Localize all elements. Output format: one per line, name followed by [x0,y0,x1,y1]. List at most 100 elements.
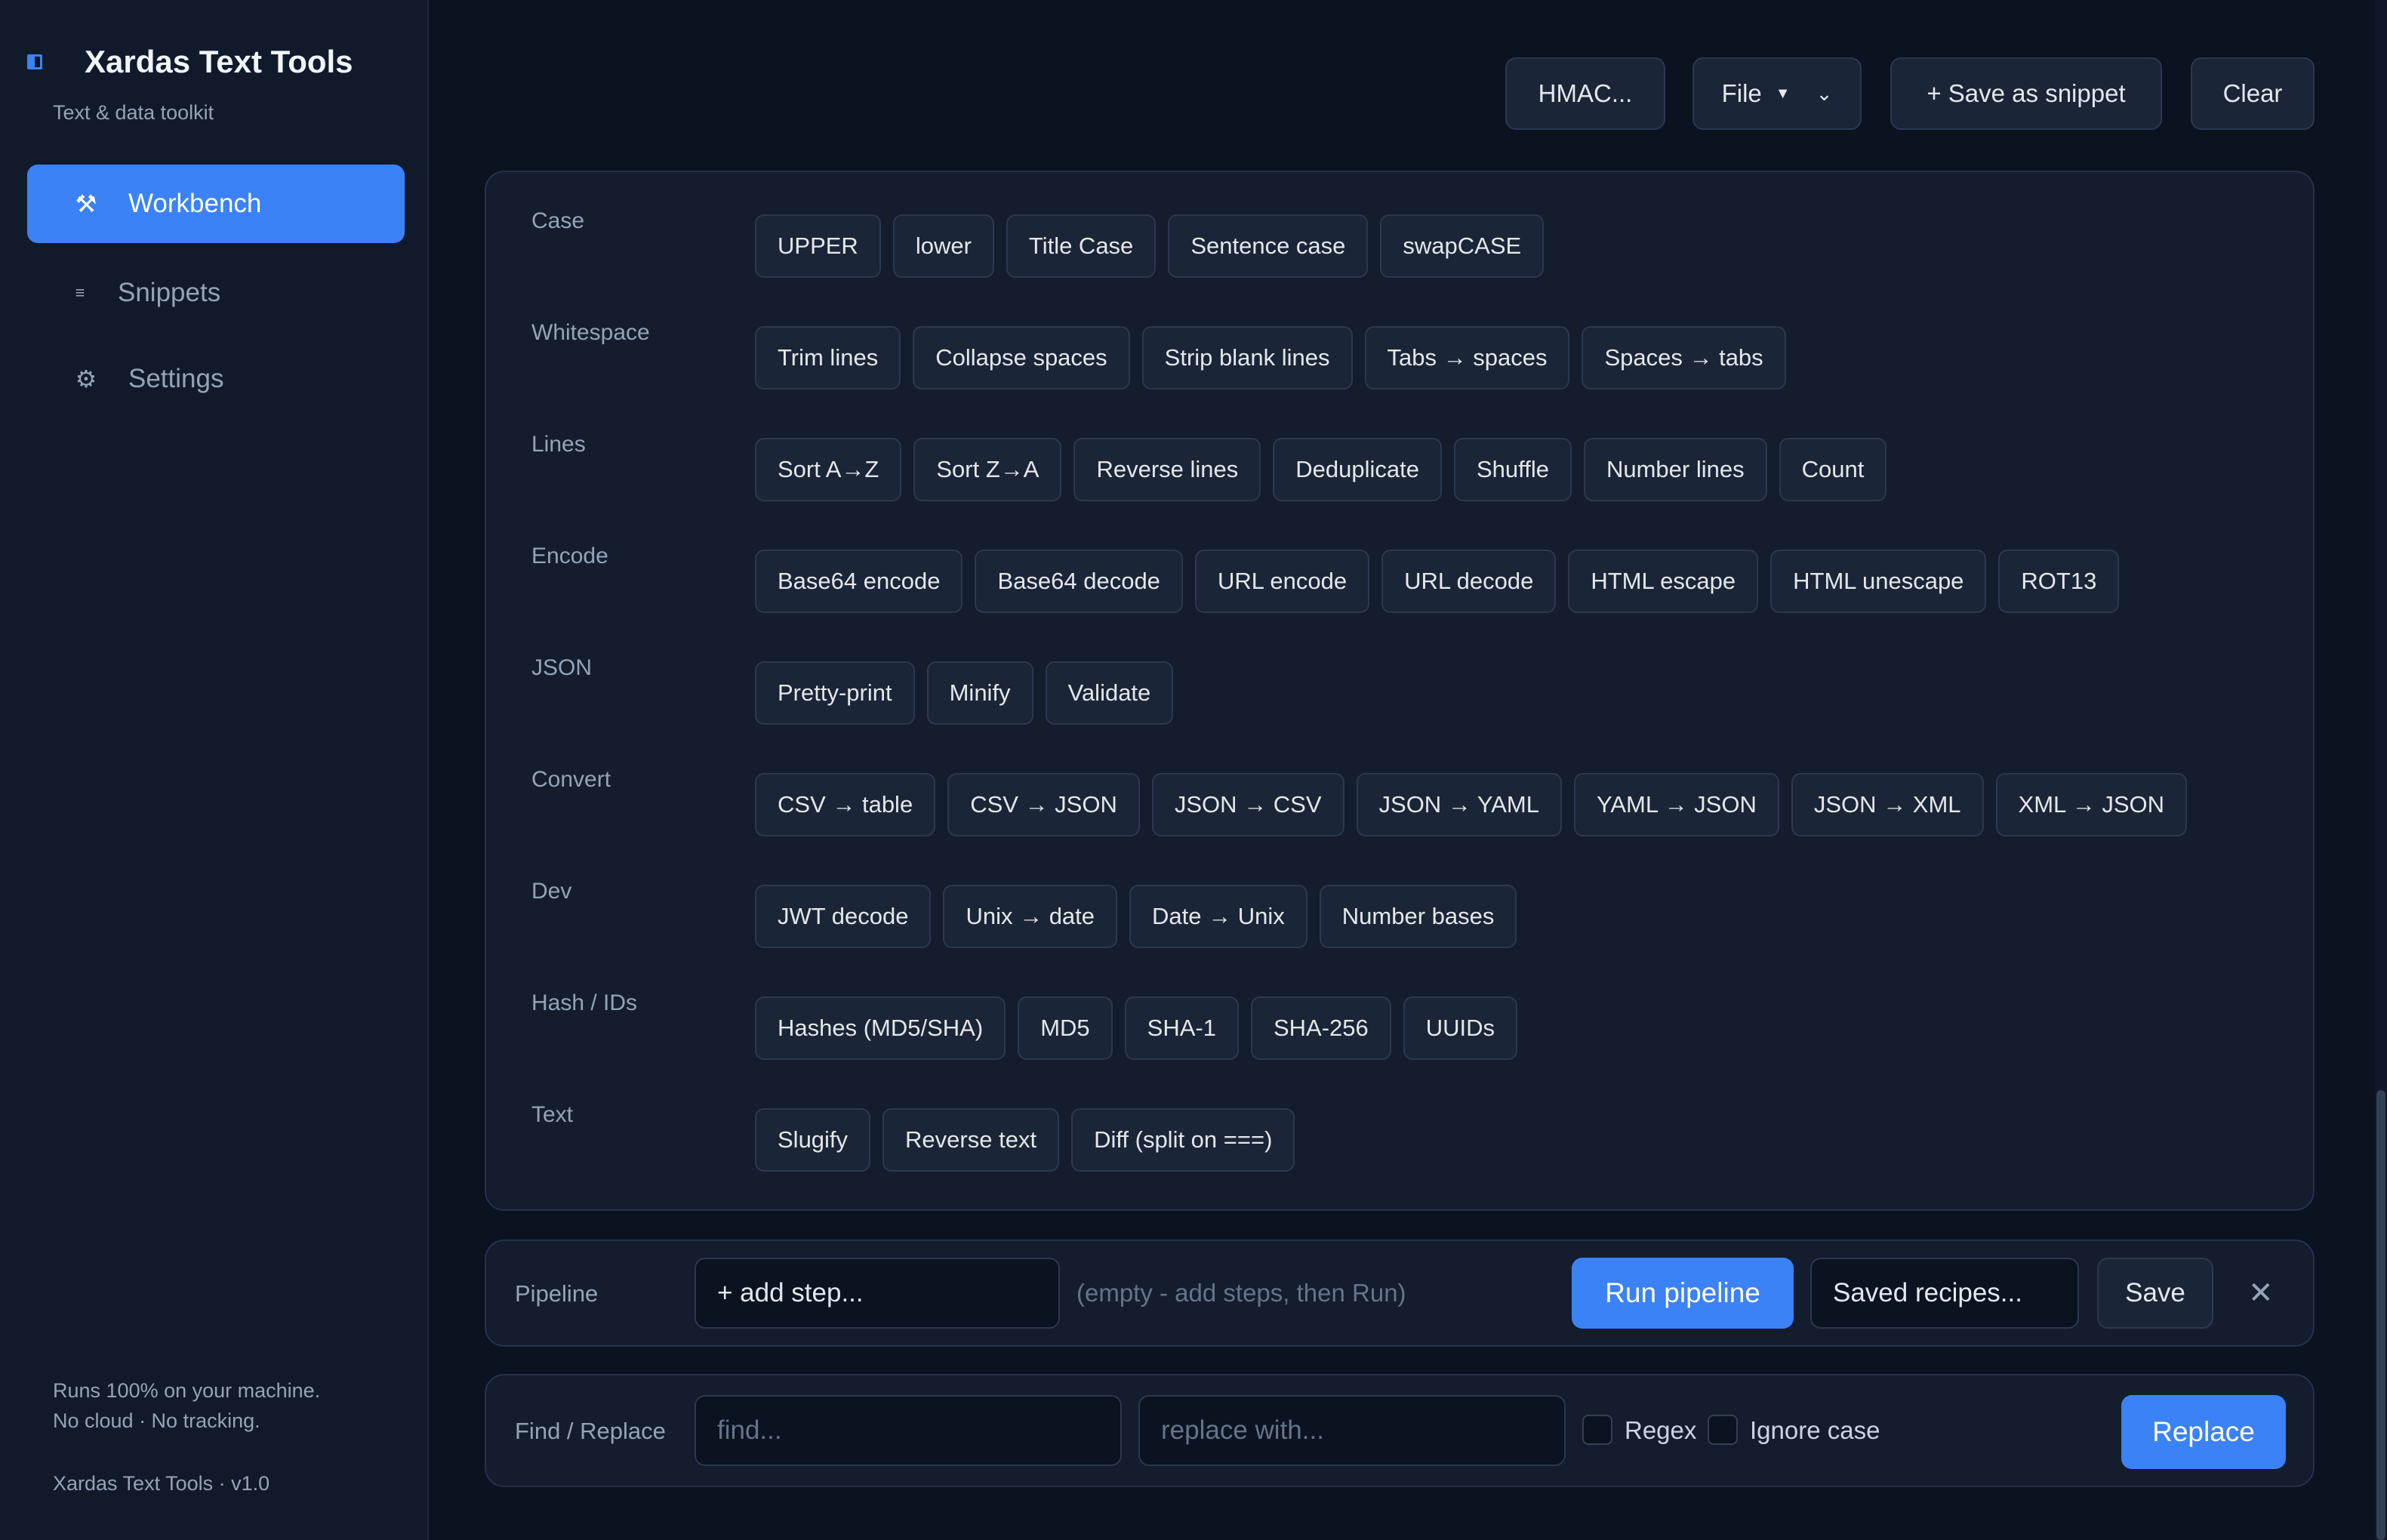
tool-button[interactable]: Trim lines [755,326,901,390]
add-step-text: + add step... [717,1278,864,1307]
tool-button[interactable]: JSON → XML [1791,773,1984,836]
tool-button[interactable]: JSON → YAML [1356,773,1562,836]
ignore-case-label: Ignore case [1750,1416,1880,1444]
tool-button[interactable]: Base64 decode [975,550,1183,613]
tool-button[interactable]: UUIDs [1403,996,1518,1060]
tool-button[interactable]: Count [1779,438,1887,501]
sidebar-item-label: Snippets [118,278,221,307]
tool-button[interactable]: Unix → date [943,885,1118,948]
tool-button[interactable]: HTML unescape [1770,550,1987,613]
sidebar-item-snippets[interactable]: ≡ Snippets [27,254,405,332]
tool-button[interactable]: Validate [1045,661,1174,725]
tool-button[interactable]: ROT13 [1998,550,2120,613]
tool-button[interactable]: Collapse spaces [913,326,1130,390]
saved-recipes-select[interactable]: Saved recipes... [1810,1258,2079,1329]
tool-button[interactable]: Hashes (MD5/SHA) [755,996,1006,1060]
tool-chips: JWT decode Unix → date Date → Unix Number b… [755,885,1517,948]
find-input[interactable]: find... [695,1395,1122,1466]
tool-chips: Base64 encode Base64 decode URL encode URL … [755,550,2120,613]
tool-chips: Sort A→Z Sort Z→A Reverse lines Deduplicate… [755,438,1887,501]
scrollbar-thumb[interactable] [2376,1090,2385,1540]
regex-checkbox[interactable] [1582,1415,1612,1445]
tool-button[interactable]: Number bases [1319,885,1517,948]
ignore-case-checkbox[interactable] [1708,1415,1738,1445]
tools-panel: Case UPPER lower Title Case Sentence case swa… [485,171,2315,1211]
tool-group-label: Case [531,208,585,233]
caret-down-icon: ▼ [1775,85,1791,102]
replace-button[interactable]: Replace [2121,1395,2286,1469]
scrollbar[interactable] [2375,0,2387,1540]
find-placeholder: find... [717,1415,782,1445]
tool-button[interactable]: Reverse text [882,1108,1060,1172]
tool-button[interactable]: URL decode [1381,550,1557,613]
tool-button[interactable]: Base64 encode [755,550,963,613]
hmac-button-label: HMAC... [1538,79,1633,107]
tool-button[interactable]: URL encode [1194,550,1370,613]
sidebar: Xardas Text Tools Text & data toolkit ⚒ … [0,0,429,1540]
run-pipeline-label: Run pipeline [1605,1277,1760,1308]
tool-button[interactable]: JSON → CSV [1151,773,1344,836]
save-as-snippet-label: + Save as snippet [1927,79,2126,107]
tool-button[interactable]: JWT decode [755,885,932,948]
clear-button[interactable]: Clear [2191,57,2315,130]
tool-button[interactable]: Sentence case [1168,214,1369,278]
tool-button[interactable]: Spaces → tabs [1582,326,1786,390]
tool-group-label: Text [531,1102,574,1127]
run-pipeline-button[interactable]: Run pipeline [1572,1258,1794,1329]
brand: Xardas Text Tools [27,44,353,80]
tool-button[interactable]: SHA-1 [1124,996,1239,1060]
tool-button[interactable]: Reverse lines [1073,438,1261,501]
tool-button[interactable]: CSV → table [755,773,936,836]
tool-button[interactable]: lower [892,214,994,278]
tool-button[interactable]: Pretty-print [755,661,915,725]
sidebar-item-label: Workbench [128,189,262,218]
tool-button[interactable]: Sort Z→A [913,438,1062,501]
tool-button[interactable]: swapCASE [1380,214,1545,278]
tool-button[interactable]: SHA-256 [1250,996,1391,1060]
tools-icon: ⚒ [75,190,97,217]
tool-button[interactable]: CSV → JSON [947,773,1140,836]
regex-label: Regex [1625,1416,1697,1444]
sidebar-item-settings[interactable]: ⚙ Settings [27,340,405,418]
pipeline-bar: Pipeline + add step... (empty - add step… [485,1240,2315,1347]
add-step-input[interactable]: + add step... [695,1258,1060,1329]
save-recipe-button[interactable]: Save [2097,1258,2213,1329]
tool-button[interactable]: UPPER [755,214,881,278]
tool-button[interactable]: Deduplicate [1273,438,1442,501]
sidebar-item-label: Settings [128,364,224,393]
version-label: Xardas Text Tools · v1.0 [53,1472,270,1495]
tool-group-label: Encode [531,544,608,568]
app-subtitle: Text & data toolkit [53,101,214,124]
tool-chips: Hashes (MD5/SHA) MD5 SHA-1 SHA-256 UUIDs [755,996,1518,1060]
tool-button[interactable]: Strip blank lines [1141,326,1353,390]
find-replace-label: Find / Replace [515,1418,666,1444]
tool-button[interactable]: MD5 [1018,996,1113,1060]
tool-button[interactable]: Tabs → spaces [1364,326,1570,390]
tool-button[interactable]: XML → JSON [1995,773,2188,836]
save-as-snippet-button[interactable]: + Save as snippet [1890,57,2162,130]
saved-recipes-label: Saved recipes... [1833,1278,2022,1307]
tool-button[interactable]: YAML → JSON [1573,773,1779,836]
sidebar-item-workbench[interactable]: ⚒ Workbench [27,165,405,243]
tool-button[interactable]: Title Case [1006,214,1157,278]
tool-group-label: Whitespace [531,320,650,345]
tool-button[interactable]: Slugify [755,1108,871,1172]
tool-group-label: Hash / IDs [531,990,638,1015]
file-menu-button[interactable]: File ▼ ⌄ [1692,57,1862,130]
tool-button[interactable]: Minify [926,661,1033,725]
hmac-button[interactable]: HMAC... [1505,57,1665,130]
tool-button[interactable]: Date → Unix [1129,885,1307,948]
replace-button-label: Replace [2152,1416,2255,1447]
tool-button[interactable]: Shuffle [1454,438,1572,501]
find-replace-bar: Find / Replace find... replace with... R… [485,1374,2315,1487]
tool-button[interactable]: HTML escape [1568,550,1759,613]
tool-group-label: Lines [531,432,586,457]
close-icon[interactable]: ✕ [2248,1276,2274,1311]
tool-button[interactable]: Sort A→Z [755,438,902,501]
tool-group-label: Convert [531,767,611,792]
tool-button[interactable]: Diff (split on ===) [1071,1108,1295,1172]
tool-button[interactable]: Number lines [1583,438,1767,501]
replace-input[interactable]: replace with... [1138,1395,1566,1466]
chevron-down-icon: ⌄ [1816,82,1833,105]
sidebar-toggle-icon[interactable] [27,54,42,69]
